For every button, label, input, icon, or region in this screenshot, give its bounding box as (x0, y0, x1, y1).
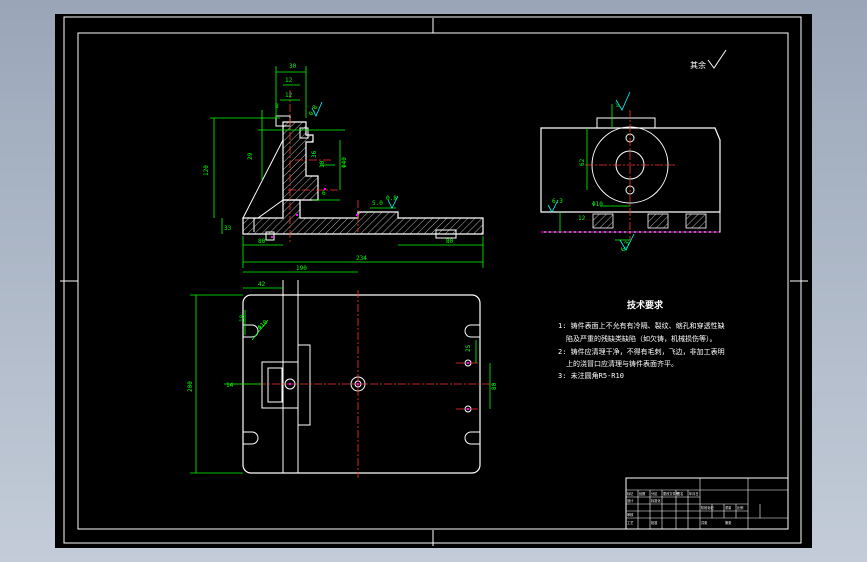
dim-80-left: 80 (258, 238, 266, 245)
dim-190: 190 (296, 265, 307, 272)
tech-req-line-5: 3: 未注圆角R5-R10 (558, 371, 624, 380)
svg-text:比例: 比例 (737, 505, 743, 510)
cad-viewport[interactable]: 30 12 12 8 29 36 0.8 Φ40 6 10 120 33 5.0… (0, 0, 867, 562)
dim-120: 120 (203, 165, 210, 176)
tech-req-line-2: 陷及严重的残缺类缺陷（如欠铸，机械损伤等）。 (566, 334, 717, 343)
tech-req-line-1: 1: 铸件表面上不允有有冷隔、裂纹、缩孔和穿透性缺 (558, 321, 725, 330)
svg-text:设计: 设计 (627, 498, 634, 503)
svg-text:签名: 签名 (677, 491, 683, 496)
svg-text:标准化: 标准化 (651, 498, 661, 503)
svg-text:重量: 重量 (725, 505, 732, 510)
dim-dia40: Φ40 (341, 157, 348, 168)
svg-text:分区: 分区 (651, 491, 658, 496)
dim-6: 6 (322, 190, 326, 197)
svg-text:批准: 批准 (651, 520, 658, 525)
dim-5.0: 5.0 (372, 200, 383, 207)
dim-25: 25 (465, 344, 472, 352)
dim-dia10-side: Φ10 (592, 201, 603, 208)
dim-80-right: 80 (446, 238, 454, 245)
dim-80-top: 80 (491, 382, 498, 390)
tech-req-line-4: 上的浇冒口应清理与铸件表面齐平。 (566, 359, 678, 368)
dim-8: 8 (275, 103, 279, 110)
dim-29: 29 (247, 152, 254, 160)
drawing-canvas[interactable]: 30 12 12 8 29 36 0.8 Φ40 6 10 120 33 5.0… (0, 0, 867, 562)
svg-text:第张: 第张 (725, 520, 732, 525)
dim-36: 36 (311, 150, 318, 158)
dim-33: 33 (224, 225, 232, 232)
surface-finish-text: 其余 (690, 60, 706, 70)
svg-text:阶段标记: 阶段标记 (701, 505, 715, 510)
dim-200: 200 (187, 381, 194, 392)
dim-10: 10 (319, 160, 326, 168)
dim-42: 42 (258, 281, 266, 288)
dim-18: 18 (239, 314, 246, 322)
svg-text:审核: 审核 (627, 512, 634, 517)
drawing-sheet (55, 14, 812, 548)
svg-text:共张: 共张 (701, 520, 708, 525)
dim-14: 14 (226, 382, 234, 389)
dim-12a: 12 (285, 77, 293, 84)
dim-12b: 12 (285, 92, 293, 99)
tech-req-line-3: 2: 铸件应清理干净，不得有毛刺，飞边，非加工表明 (558, 347, 725, 356)
dim-12-side: 12 (578, 215, 586, 222)
dim-62: 62 (579, 158, 586, 166)
dim-234: 234 (356, 255, 367, 262)
dim-30: 30 (289, 63, 297, 70)
svg-text:标记: 标记 (627, 491, 634, 496)
svg-text:工艺: 工艺 (627, 520, 633, 525)
svg-text:处数: 处数 (639, 491, 646, 496)
svg-text:年月日: 年月日 (689, 491, 699, 496)
tech-requirements-title: 技术要求 (627, 299, 664, 311)
